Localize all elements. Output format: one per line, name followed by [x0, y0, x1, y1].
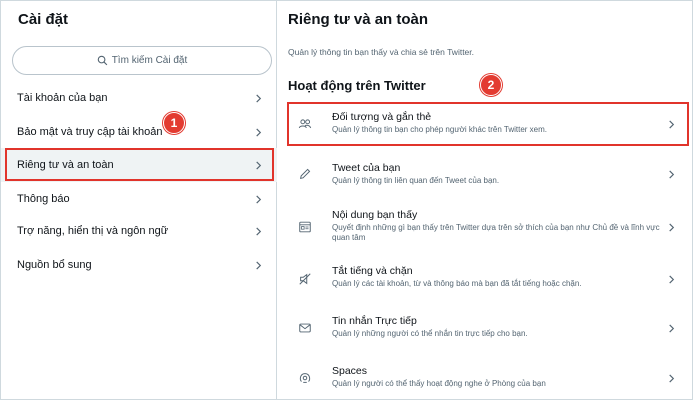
step-badge-1: 1 [163, 112, 185, 134]
settings-row-mute-block[interactable]: Tắt tiếng và chặn Quản lý các tài khoản,… [278, 257, 693, 301]
settings-window: Cài đặt Tìm kiếm Cài đặt Tài khoản của b… [0, 0, 693, 400]
row-description: Quản lý các tài khoản, từ và thông báo m… [332, 279, 582, 288]
sidebar-item-label: Nguồn bổ sung [17, 259, 92, 271]
row-description: Quản lý những người có thể nhắn tin trực… [332, 329, 528, 338]
envelope-icon [299, 323, 311, 333]
sidebar-item-security[interactable]: Bảo mật và truy cập tài khoản [1, 115, 277, 149]
row-title: Nội dung bạn thấy [332, 209, 418, 221]
row-title: Spaces [332, 365, 368, 377]
chevron-right-icon [256, 93, 262, 103]
sidebar-item-label: Thông báo [17, 193, 70, 205]
sidebar-title: Cài đặt [18, 11, 69, 28]
content-icon [299, 221, 311, 233]
chevron-right-icon [669, 223, 675, 232]
pencil-icon [299, 168, 311, 180]
row-description: Quản lý người có thể thấy hoạt động nghe… [332, 379, 546, 388]
sidebar-item-notifications[interactable]: Thông báo [1, 182, 277, 216]
page-subtitle: Quản lý thông tin bạn thấy và chia sẻ tr… [288, 47, 475, 57]
sidebar-item-label: Trợ năng, hiển thị và ngôn ngữ [17, 225, 169, 237]
spaces-icon [299, 373, 311, 383]
settings-row-spaces[interactable]: Spaces Quản lý người có thể thấy hoạt độ… [278, 357, 693, 399]
search-placeholder: Tìm kiếm Cài đặt [111, 55, 188, 66]
highlight-box-audience [287, 102, 689, 146]
row-description: Quản lý thông tin liên quan đến Tweet củ… [332, 176, 500, 185]
sidebar-item-label: Tài khoản của bạn [17, 92, 108, 104]
step-badge-2: 2 [480, 74, 502, 96]
page-title: Riêng tư và an toàn [288, 11, 429, 28]
chevron-right-icon [256, 226, 262, 236]
settings-row-content[interactable]: Nội dung bạn thấy Quyết định những gì bạ… [278, 201, 693, 253]
sidebar-item-label: Bảo mật và truy cập tài khoản [17, 126, 163, 138]
section-heading: Hoạt động trên Twitter [288, 78, 426, 93]
chevron-right-icon [669, 275, 675, 284]
row-description: Quyết định những gì bạn thấy trên Twitte… [332, 223, 660, 242]
sidebar-item-resources[interactable]: Nguồn bổ sung [1, 248, 277, 282]
search-icon [97, 55, 107, 66]
chevron-right-icon [256, 127, 262, 137]
search-input[interactable]: Tìm kiếm Cài đặt [12, 46, 272, 75]
row-title: Tin nhắn Trực tiếp [332, 315, 417, 327]
chevron-right-icon [669, 170, 675, 179]
chevron-right-icon [669, 374, 675, 383]
chevron-right-icon [669, 324, 675, 333]
chevron-right-icon [256, 194, 262, 204]
privacy-panel: Riêng tư và an toàn Quản lý thông tin bạ… [278, 1, 693, 400]
row-title: Tweet của bạn [332, 162, 401, 174]
highlight-box-privacy [5, 148, 274, 181]
sidebar-item-accessibility[interactable]: Trợ năng, hiển thị và ngôn ngữ [1, 214, 277, 248]
settings-row-tweets[interactable]: Tweet của bạn Quản lý thông tin liên qua… [278, 154, 693, 194]
settings-sidebar: Cài đặt Tìm kiếm Cài đặt Tài khoản của b… [1, 1, 277, 400]
sidebar-item-account[interactable]: Tài khoản của bạn [1, 81, 277, 115]
chevron-right-icon [256, 260, 262, 270]
row-title: Tắt tiếng và chặn [332, 265, 413, 277]
settings-row-direct-messages[interactable]: Tin nhắn Trực tiếp Quản lý những người c… [278, 307, 693, 349]
mute-icon [299, 273, 311, 285]
